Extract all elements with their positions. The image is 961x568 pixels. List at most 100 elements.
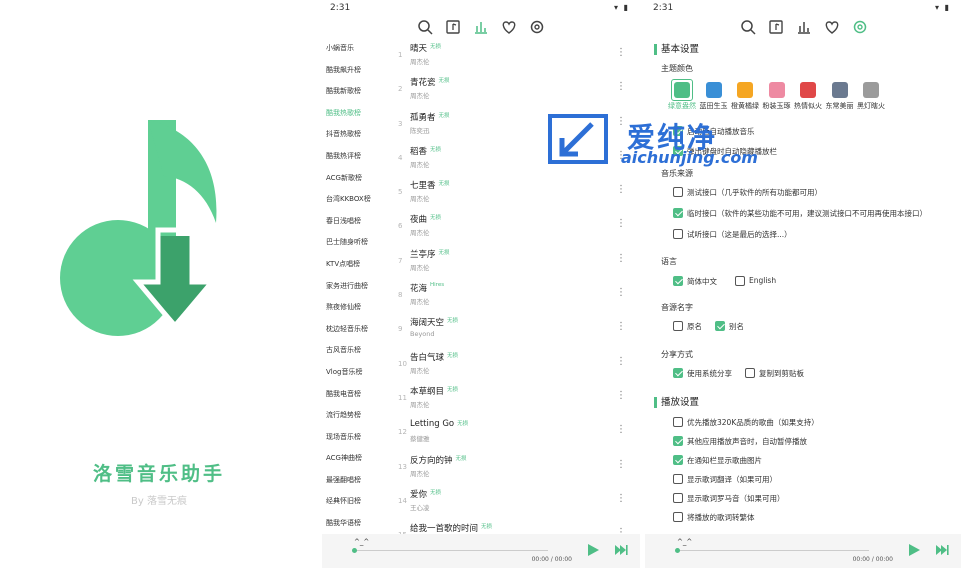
progress-track[interactable] [677,550,869,551]
sidebar-item[interactable]: 酷我新歌榜 [322,81,392,103]
song-row[interactable]: 14 爱你 无损 王心凌 ⋮ [394,484,640,518]
option-label: 优先播放320K品质的歌曲（如果支持） [687,418,819,427]
option-checkbox[interactable] [735,276,745,286]
sidebar-item[interactable]: 小蜗音乐 [322,38,392,60]
more-icon[interactable]: ⋮ [616,253,626,264]
search-icon[interactable] [739,18,757,36]
song-row[interactable]: 10 告白气球 无损 周杰伦 ⋮ [394,347,640,381]
settings-icon[interactable] [528,18,546,36]
sidebar-item[interactable]: 古风音乐榜 [322,340,392,362]
progress-track[interactable] [354,550,548,551]
theme-swatch[interactable] [831,82,848,98]
heart-icon[interactable] [500,18,518,36]
option-checkbox[interactable] [673,436,683,446]
more-icon[interactable]: ⋮ [616,321,626,332]
sidebar-item[interactable]: KTV点唱榜 [322,254,392,276]
auto-hide-checkbox[interactable] [673,146,683,156]
sidebar-item[interactable]: 台湾KKBOX榜 [322,189,392,211]
sidebar-item[interactable]: 最强翻唱榜 [322,470,392,492]
theme-swatch[interactable] [674,82,690,98]
search-icon[interactable] [416,18,434,36]
sidebar-item[interactable]: 枕边轻音乐榜 [322,319,392,341]
next-icon[interactable] [935,543,949,557]
progress-handle[interactable] [352,548,357,553]
song-row[interactable]: 2 青花瓷 无损 周杰伦 ⋮ [394,72,640,106]
more-icon[interactable]: ⋮ [616,81,626,92]
sidebar-item[interactable]: 酷我热歌榜 [322,103,392,125]
theme-swatch[interactable] [800,82,816,98]
sidebar-item[interactable]: 酷我电音榜 [322,384,392,406]
option-checkbox[interactable] [715,321,725,331]
sidebar-item[interactable]: ACG新歌榜 [322,168,392,190]
more-icon[interactable]: ⋮ [616,493,626,504]
sidebar-item[interactable]: 熬夜修仙榜 [322,297,392,319]
theme-swatch[interactable] [705,82,722,98]
sidebar-item[interactable]: 家务进行曲榜 [322,276,392,298]
sidebar-item[interactable]: 酷我热评榜 [322,146,392,168]
option-checkbox[interactable] [673,417,683,427]
option-checkbox[interactable] [673,229,683,239]
play-icon[interactable] [907,543,921,557]
song-number: 14 [398,496,407,505]
more-icon[interactable]: ⋮ [616,150,626,161]
option-checkbox[interactable] [673,455,683,465]
song-row[interactable]: 6 夜曲 无损 周杰伦 ⋮ [394,209,640,243]
more-icon[interactable]: ⋮ [616,356,626,367]
theme-swatch[interactable] [737,82,753,98]
song-row[interactable]: 8 花海 Hires 周杰伦 ⋮ [394,278,640,312]
option-checkbox[interactable] [673,208,683,218]
option-checkbox[interactable] [673,187,683,197]
option-checkbox[interactable] [673,512,683,522]
song-row[interactable]: 1 晴天 无损 周杰伦 ⋮ [394,38,640,72]
play-icon[interactable] [586,543,600,557]
playlist-icon[interactable] [767,18,785,36]
option-checkbox[interactable] [745,368,755,378]
settings-icon[interactable] [851,18,869,36]
theme-swatch[interactable] [768,82,785,98]
song-row[interactable]: 9 海阔天空 无损 Beyond ⋮ [394,312,640,346]
sidebar-item[interactable]: 现场音乐榜 [322,427,392,449]
battery-icon: ▮ [944,3,949,12]
song-artist: 周杰伦 [410,263,430,272]
more-icon[interactable]: ⋮ [616,287,626,298]
more-icon[interactable]: ⋮ [616,390,626,401]
more-icon[interactable]: ⋮ [616,459,626,470]
more-icon[interactable]: ⋮ [616,184,626,195]
sidebar-item[interactable]: ACG神曲榜 [322,448,392,470]
next-icon[interactable] [614,543,628,557]
sidebar-item[interactable]: 巴士随身听榜 [322,232,392,254]
sidebar-item[interactable]: 酷我飙升榜 [322,60,392,82]
heart-icon[interactable] [823,18,841,36]
song-row[interactable]: 11 本草纲目 无损 周杰伦 ⋮ [394,381,640,415]
option-checkbox[interactable] [673,474,683,484]
song-row[interactable]: 13 反方向的钟 无损 周杰伦 ⋮ [394,450,640,484]
chart-icon[interactable] [795,18,813,36]
sidebar-item[interactable]: 酷我华语榜 [322,513,392,535]
sidebar-item[interactable]: 抖音热歌榜 [322,124,392,146]
option-checkbox[interactable] [673,321,683,331]
more-icon[interactable]: ⋮ [616,424,626,435]
more-icon[interactable]: ⋮ [616,47,626,58]
song-row[interactable]: 3 孤勇者 无损 陈奕迅 ⋮ [394,107,640,141]
sidebar-item[interactable]: 流行趋势榜 [322,405,392,427]
auto-play-checkbox[interactable] [673,126,683,136]
sidebar-item[interactable]: 经典怀旧榜 [322,491,392,513]
sidebar-item[interactable]: 春日浅唱榜 [322,211,392,233]
source-label: 音乐来源 [661,169,693,178]
more-icon[interactable]: ⋮ [616,527,626,534]
more-icon[interactable]: ⋮ [616,218,626,229]
theme-swatch[interactable] [863,82,879,98]
song-row[interactable]: 12 Letting Go 无损 蔡健雅 ⋮ [394,415,640,449]
option-checkbox[interactable] [673,493,683,503]
playlist-icon[interactable] [444,18,462,36]
song-row[interactable]: 5 七里香 无损 周杰伦 ⋮ [394,175,640,209]
more-icon[interactable]: ⋮ [616,116,626,127]
option-checkbox[interactable] [673,276,683,286]
option-checkbox[interactable] [673,368,683,378]
song-row[interactable]: 4 稻香 无损 周杰伦 ⋮ [394,141,640,175]
chart-icon[interactable] [472,18,490,36]
sidebar-item[interactable]: Vlog音乐榜 [322,362,392,384]
progress-handle[interactable] [675,548,680,553]
song-row[interactable]: 15给我一首歌的时间无损周杰伦⋮ [394,518,640,534]
song-row[interactable]: 7 兰亭序 无损 周杰伦 ⋮ [394,244,640,278]
